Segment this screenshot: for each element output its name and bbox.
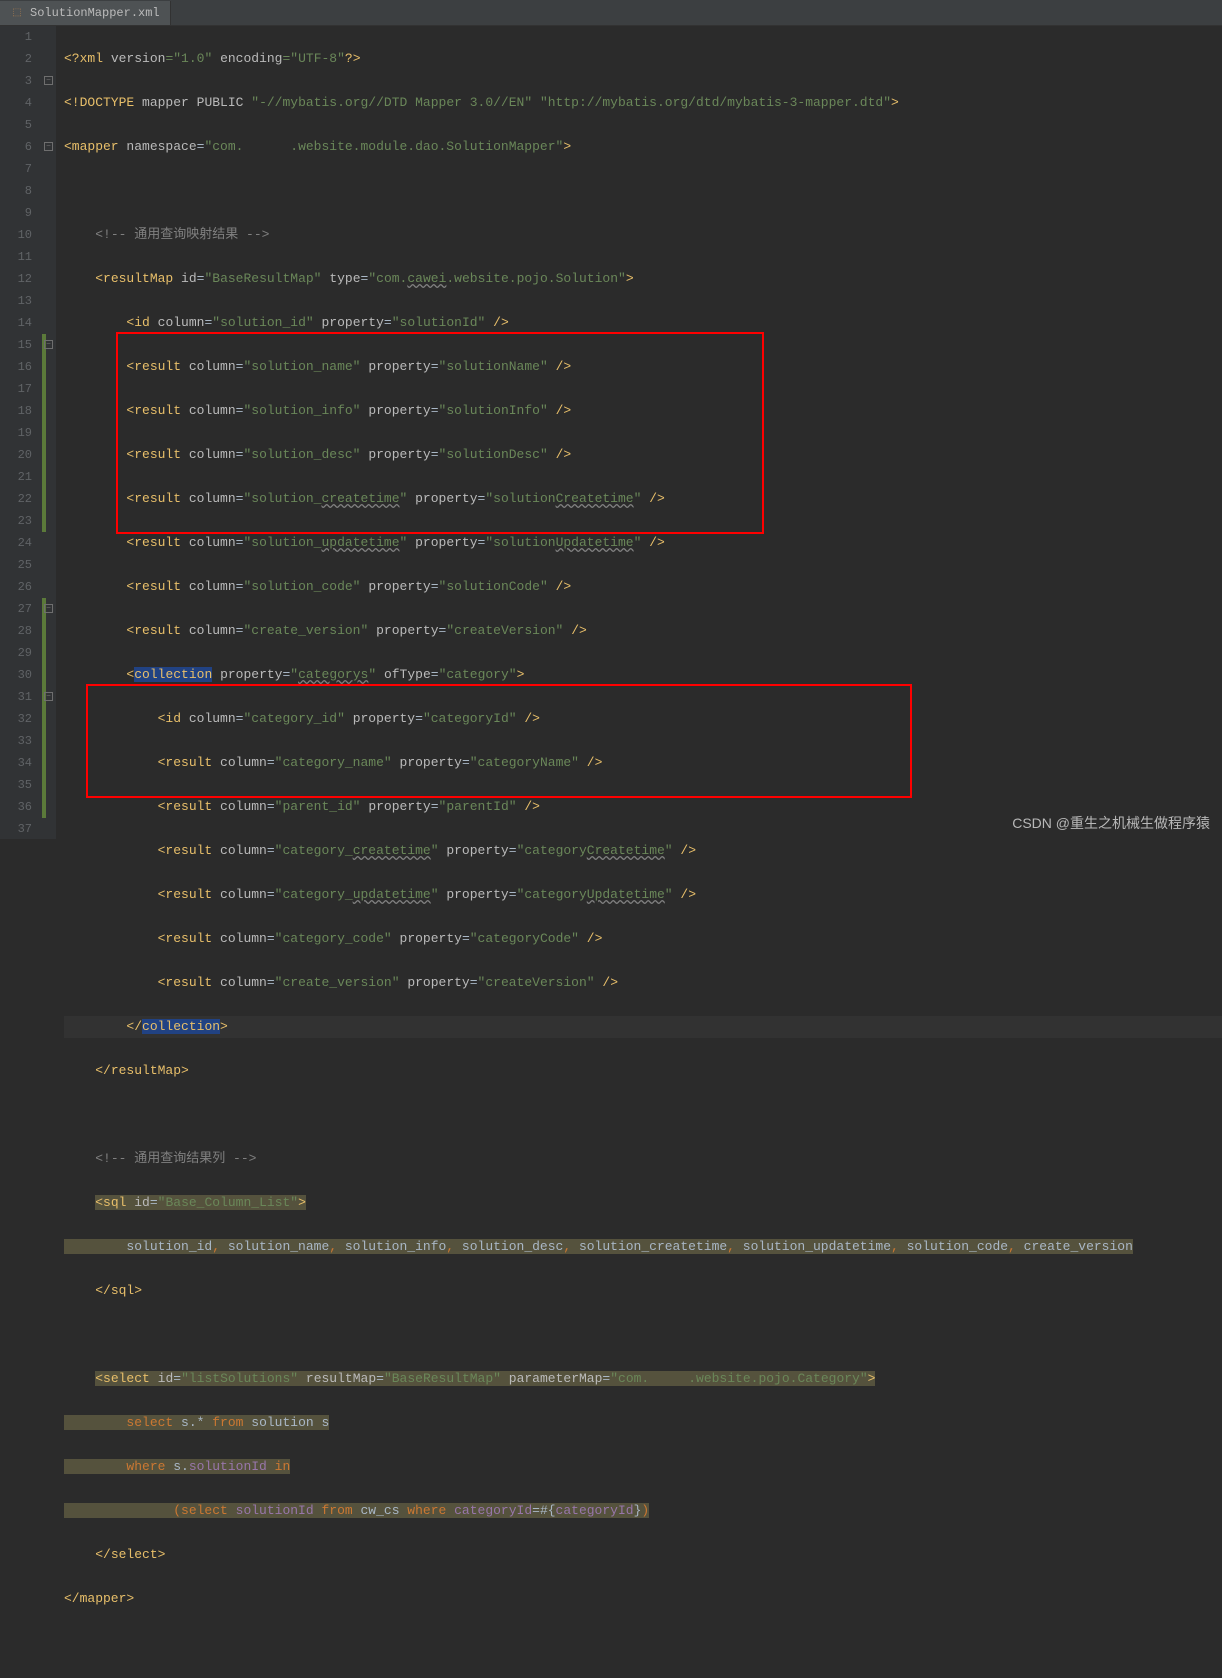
code-line[interactable]	[64, 1324, 1222, 1346]
fold-toggle-icon[interactable]: −	[44, 692, 53, 701]
code-line[interactable]: <!DOCTYPE mapper PUBLIC "-//mybatis.org/…	[64, 92, 1222, 114]
line-number: 36	[0, 796, 32, 818]
code-line[interactable]: <result column="category_code" property=…	[64, 928, 1222, 950]
code-line[interactable]: </sql>	[64, 1280, 1222, 1302]
line-number: 16	[0, 356, 32, 378]
line-number: 25	[0, 554, 32, 576]
xml-file-icon: ⬚	[10, 6, 24, 20]
code-line[interactable]: <resultMap id="BaseResultMap" type="com.…	[64, 268, 1222, 290]
change-marker	[42, 598, 46, 818]
line-number: 7	[0, 158, 32, 180]
line-number: 31	[0, 686, 32, 708]
code-line[interactable]: <result column="create_version" property…	[64, 972, 1222, 994]
code-line[interactable]: <result column="category_name" property=…	[64, 752, 1222, 774]
fold-toggle-icon[interactable]: −	[44, 604, 53, 613]
file-tab[interactable]: ⬚ SolutionMapper.xml	[0, 1, 171, 25]
code-line[interactable]	[64, 180, 1222, 202]
code-line[interactable]: <result column="solution_desc" property=…	[64, 444, 1222, 466]
code-line[interactable]: <result column="category_updatetime" pro…	[64, 884, 1222, 906]
code-line[interactable]: <result column="solution_updatetime" pro…	[64, 532, 1222, 554]
code-line[interactable]: <select id="listSolutions" resultMap="Ba…	[64, 1368, 1222, 1390]
code-line[interactable]: <!-- 通用查询结果列 -->	[64, 1148, 1222, 1170]
line-number: 1	[0, 26, 32, 48]
line-number: 24	[0, 532, 32, 554]
code-line[interactable]: </resultMap>	[64, 1060, 1222, 1082]
code-line[interactable]: <result column="create_version" property…	[64, 620, 1222, 642]
fold-toggle-icon[interactable]: −	[44, 340, 53, 349]
code-line[interactable]: <result column="solution_name" property=…	[64, 356, 1222, 378]
line-number: 18	[0, 400, 32, 422]
code-line[interactable]: <?xml version="1.0" encoding="UTF-8"?>	[64, 48, 1222, 70]
highlight-box-select	[86, 684, 912, 798]
line-number: 26	[0, 576, 32, 598]
line-number: 27	[0, 598, 32, 620]
editor[interactable]: 1 2 3 4 5 6 7 8 9 10 11 12 13 14 15 16 1…	[0, 26, 1222, 839]
code-line[interactable]: <result column="solution_createtime" pro…	[64, 488, 1222, 510]
line-number: 28	[0, 620, 32, 642]
line-number: 22	[0, 488, 32, 510]
code-line[interactable]	[64, 1104, 1222, 1126]
code-line[interactable]: select s.* from solution s	[64, 1412, 1222, 1434]
change-marker	[42, 334, 46, 532]
code-line[interactable]: (select solutionId from cw_cs where cate…	[64, 1500, 1222, 1522]
code-line[interactable]: <id column="category_id" property="categ…	[64, 708, 1222, 730]
line-number: 33	[0, 730, 32, 752]
line-number: 19	[0, 422, 32, 444]
code-line[interactable]: solution_id, solution_name, solution_inf…	[64, 1236, 1222, 1258]
line-number: 32	[0, 708, 32, 730]
line-number: 14	[0, 312, 32, 334]
tab-filename: SolutionMapper.xml	[30, 6, 160, 20]
line-number: 21	[0, 466, 32, 488]
code-area[interactable]: <?xml version="1.0" encoding="UTF-8"?> <…	[56, 26, 1222, 839]
tab-bar: ⬚ SolutionMapper.xml	[0, 0, 1222, 26]
line-number: 17	[0, 378, 32, 400]
line-number: 13	[0, 290, 32, 312]
code-line[interactable]: <result column="solution_code" property=…	[64, 576, 1222, 598]
line-number: 29	[0, 642, 32, 664]
line-number: 15	[0, 334, 32, 356]
code-line[interactable]: <!-- 通用查询映射结果 -->	[64, 224, 1222, 246]
line-number: 8	[0, 180, 32, 202]
line-number: 30	[0, 664, 32, 686]
code-line[interactable]: </mapper>	[64, 1588, 1222, 1610]
code-line[interactable]: </collection>	[64, 1016, 1222, 1038]
line-number: 3	[0, 70, 32, 92]
line-number: 6	[0, 136, 32, 158]
fold-toggle-icon[interactable]: −	[44, 142, 53, 151]
line-number: 5	[0, 114, 32, 136]
watermark-text: CSDN @重生之机械生做程序猿	[1012, 813, 1210, 833]
code-line[interactable]: <result column="category_createtime" pro…	[64, 840, 1222, 862]
code-line[interactable]: <collection property="categorys" ofType=…	[64, 664, 1222, 686]
line-number: 23	[0, 510, 32, 532]
line-number: 2	[0, 48, 32, 70]
fold-column: − − − − −	[42, 26, 56, 839]
line-number: 10	[0, 224, 32, 246]
line-number: 35	[0, 774, 32, 796]
code-line[interactable]: <id column="solution_id" property="solut…	[64, 312, 1222, 334]
code-line[interactable]: <mapper namespace="com. .website.module.…	[64, 136, 1222, 158]
line-number: 20	[0, 444, 32, 466]
line-number: 12	[0, 268, 32, 290]
line-number: 9	[0, 202, 32, 224]
line-number-gutter: 1 2 3 4 5 6 7 8 9 10 11 12 13 14 15 16 1…	[0, 26, 42, 839]
fold-toggle-icon[interactable]: −	[44, 76, 53, 85]
code-line[interactable]	[64, 1632, 1222, 1654]
line-number: 34	[0, 752, 32, 774]
line-number: 11	[0, 246, 32, 268]
code-line[interactable]: <result column="solution_info" property=…	[64, 400, 1222, 422]
code-line[interactable]: <sql id="Base_Column_List">	[64, 1192, 1222, 1214]
line-number: 4	[0, 92, 32, 114]
line-number: 37	[0, 818, 32, 840]
code-line[interactable]: </select>	[64, 1544, 1222, 1566]
code-line[interactable]: where s.solutionId in	[64, 1456, 1222, 1478]
